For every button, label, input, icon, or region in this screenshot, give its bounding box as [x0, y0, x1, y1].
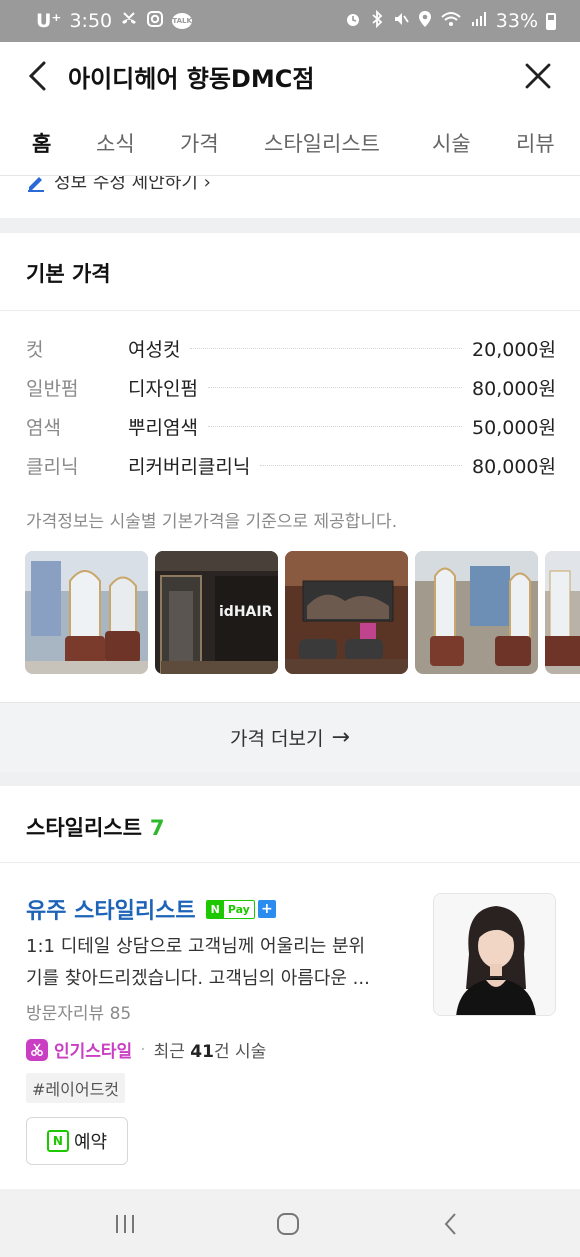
home-button[interactable]	[268, 1209, 308, 1239]
photo-strip: idHAIR	[25, 551, 580, 674]
battery-percent: 33%	[495, 10, 538, 32]
price-note: 가격정보는 시술별 기본가격을 기준으로 제공합니다.	[26, 512, 398, 532]
price-item-name: 리커버리클리닉	[128, 455, 251, 478]
reserve-label: 예약	[73, 1132, 108, 1153]
stylist-card-name[interactable]: 유주 스타일리스트 N Pay +	[26, 893, 276, 925]
price-value: 50,000원	[472, 416, 556, 439]
dotted-leader	[260, 464, 463, 466]
page-title: 아이디헤어 향동DMC점	[68, 64, 315, 93]
recent-apps-button[interactable]	[105, 1209, 145, 1239]
naver-n-icon: N	[206, 900, 224, 918]
carrier-label: U⁺	[36, 10, 62, 32]
stylist-description: 1:1 디테일 상담으로 고객님께 어울리는 분위 기를 찾아드리겠습니다. 고…	[26, 931, 410, 995]
salon-photo[interactable]	[415, 551, 538, 674]
stylist-desc-line: 1:1 디테일 상담으로 고객님께 어울리는 분위	[26, 936, 366, 957]
pencil-icon	[26, 176, 46, 196]
location-icon	[418, 10, 432, 33]
price-more-button[interactable]: 가격 더보기 →	[0, 702, 580, 772]
price-item-name: 뿌리염색	[128, 416, 198, 439]
edit-suggest-label: 정보 수정 제안하기 ›	[54, 176, 211, 193]
popular-style-row: 인기스타일 · 최근 41건 시술	[26, 1037, 266, 1062]
visitor-review-count: 방문자리뷰 85	[26, 1004, 132, 1024]
salon-photo[interactable]: idHAIR	[155, 551, 278, 674]
status-bar: U⁺ 3:50 TALK 33%	[0, 0, 580, 42]
divider	[0, 310, 580, 311]
popular-style-label: 인기스타일	[54, 1042, 133, 1062]
stylist-name: 유주 스타일리스트	[26, 899, 196, 924]
alarm-icon	[344, 10, 362, 33]
stylist-count: 7	[149, 816, 165, 840]
stylist-section-title: 스타일리스트 7	[26, 812, 165, 842]
mute-icon	[392, 10, 410, 33]
salon-photo[interactable]	[545, 551, 580, 674]
tab-treatment[interactable]: 시술	[432, 128, 471, 158]
section-gap	[0, 218, 580, 233]
tab-review[interactable]: 리뷰	[516, 128, 555, 158]
dotted-leader	[207, 386, 463, 388]
edit-suggest-link[interactable]: 정보 수정 제안하기 ›	[26, 176, 211, 196]
divider	[0, 862, 580, 863]
arrow-right-icon: →	[331, 725, 350, 750]
battery-icon	[546, 12, 556, 30]
price-section-title: 기본 가격	[26, 262, 111, 286]
recent-count: 41	[190, 1042, 214, 1062]
price-category: 컷	[26, 338, 44, 361]
tab-home[interactable]: 홈	[32, 128, 51, 158]
salon-photo[interactable]	[25, 551, 148, 674]
tab-news[interactable]: 소식	[96, 128, 135, 158]
price-row[interactable]: 클리닉 리커버리클리닉 80,000원	[26, 450, 556, 480]
back-button[interactable]	[8, 46, 68, 106]
npay-badge: N Pay	[205, 899, 255, 919]
app-header: 아이디헤어 향동DMC점	[0, 42, 580, 110]
close-button[interactable]	[514, 52, 562, 100]
tab-stylist[interactable]: 스타일리스트	[264, 128, 380, 158]
reserve-button[interactable]: N 예약	[26, 1117, 128, 1165]
recent-suffix: 건 시술	[213, 1042, 267, 1062]
npay-label: Pay	[227, 902, 250, 916]
scissors-icon	[26, 1038, 48, 1061]
signal-icon	[470, 10, 488, 33]
dotted-leader	[190, 347, 463, 349]
style-hashtag[interactable]: #레이어드컷	[26, 1073, 126, 1103]
salon-sign-text: idHAIR	[219, 604, 273, 620]
naver-booking-icon: N	[46, 1130, 69, 1152]
recent-prefix: 최근	[153, 1042, 191, 1062]
price-row[interactable]: 일반펌 디자인펌 80,000원	[26, 372, 556, 402]
recent-treatments: 최근 41건 시술	[154, 1037, 267, 1062]
stylist-desc-line: 기를 찾아드리겠습니다. 고객님의 아름다운 ...	[26, 968, 370, 989]
instagram-icon	[146, 10, 164, 33]
plus-icon: +	[257, 900, 276, 918]
price-category: 일반펌	[26, 377, 79, 400]
stylist-avatar[interactable]	[433, 893, 556, 1016]
section-gap	[0, 772, 580, 786]
price-more-label: 가격 더보기	[230, 728, 324, 750]
wifi-icon	[440, 10, 462, 33]
price-value: 80,000원	[472, 455, 556, 478]
price-value: 80,000원	[472, 377, 556, 400]
missed-call-icon	[120, 10, 138, 32]
stylist-section-label: 스타일리스트	[26, 816, 142, 840]
close-icon	[525, 63, 551, 89]
chevron-left-icon	[28, 61, 46, 91]
price-row[interactable]: 컷 여성컷 20,000원	[26, 333, 556, 363]
kakaotalk-icon: TALK	[172, 13, 193, 29]
separator-dot: ·	[140, 1039, 146, 1060]
tab-bar: 홈 소식 가격 스타일리스트 시술 리뷰	[0, 110, 580, 176]
recent-apps-icon	[116, 1215, 134, 1233]
price-category: 염색	[26, 416, 61, 439]
home-icon	[277, 1213, 299, 1235]
salon-photo[interactable]	[285, 551, 408, 674]
price-item-name: 디자인펌	[128, 377, 198, 400]
clock: 3:50	[69, 10, 113, 32]
price-item-name: 여성컷	[128, 338, 181, 361]
price-value: 20,000원	[472, 338, 556, 361]
dotted-leader	[207, 425, 463, 427]
system-back-button[interactable]	[431, 1209, 471, 1239]
chevron-left-icon	[444, 1213, 456, 1235]
tab-price[interactable]: 가격	[180, 128, 219, 158]
price-row[interactable]: 염색 뿌리염색 50,000원	[26, 411, 556, 441]
price-category: 클리닉	[26, 455, 79, 478]
system-nav-bar	[0, 1189, 580, 1257]
bluetooth-icon	[370, 9, 384, 33]
